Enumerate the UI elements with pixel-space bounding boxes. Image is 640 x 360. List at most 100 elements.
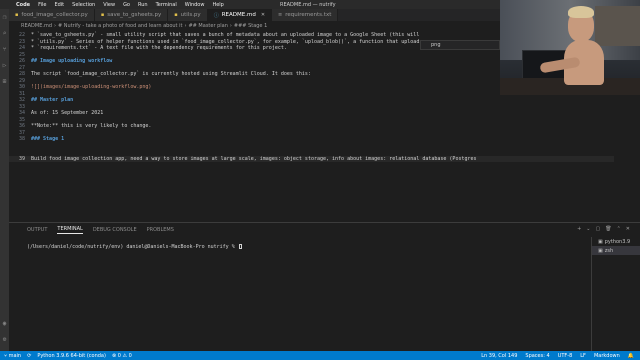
close-icon[interactable]: ✕ [626, 226, 630, 232]
code-token: ![](images/image-uploading-workflow.png) [31, 84, 152, 90]
code-token: * `save_to_gsheets.py` - small utility s… [31, 32, 420, 38]
tab-output[interactable]: OUTPUT [27, 227, 47, 233]
editor-line[interactable]: 39 Build food image collection app, need … [9, 155, 640, 163]
tab-problems[interactable]: PROBLEMS [147, 227, 174, 233]
menu-run[interactable]: Run [134, 2, 152, 8]
cursor-position[interactable]: Ln 39, Col 149 [481, 353, 517, 359]
markdown-file-icon: ⓘ [213, 12, 219, 19]
trash-icon[interactable]: 🗑 [605, 226, 611, 232]
python-file-icon: ▪ [174, 12, 178, 18]
branch-indicator[interactable]: ⑂ main [4, 353, 21, 359]
branch-name: main [8, 352, 22, 359]
search-icon[interactable]: ⌕ [0, 25, 9, 41]
menu-edit[interactable]: Edit [50, 2, 68, 8]
breadcrumb-item[interactable]: README.md [21, 23, 52, 29]
line-content: ### Stage 1 [31, 136, 64, 143]
code-token: The script `food_image_collector.py` is … [31, 71, 311, 77]
close-icon[interactable]: ✕ [261, 12, 265, 18]
tab-debug-console[interactable]: DEBUG CONSOLE [93, 227, 137, 233]
menu-terminal[interactable]: Terminal [152, 2, 181, 8]
tab-label: utils.py [180, 12, 201, 18]
tab-readme[interactable]: ⓘ README.md ✕ [207, 9, 273, 21]
tab-food-image-collector[interactable]: ▪ food_image_collector.py [9, 9, 95, 21]
code-token: * `utils.py` - Series of helper function… [31, 38, 423, 45]
terminal-item-python[interactable]: ▣ python3.9 [592, 237, 640, 246]
breadcrumb: README.md › # Nutrify - take a photo of … [9, 21, 500, 30]
menu-help[interactable]: Help [208, 2, 227, 8]
code-token: ## Image uploading workflow [31, 58, 113, 64]
code-token: **Note:** this is very likely to change. [31, 123, 152, 129]
menu-go[interactable]: Go [119, 2, 134, 8]
breadcrumb-item[interactable]: ## Master plan [188, 23, 227, 29]
code-token: As of: 15 September 2021 [31, 110, 104, 116]
find-input[interactable]: png [431, 42, 441, 48]
line-number: 38 [18, 136, 25, 142]
python-file-icon: ▪ [100, 12, 105, 18]
tab-label: food_image_collector.py [21, 12, 88, 18]
window-title: README.md — nutrify [280, 1, 336, 8]
tab-label: requirements.txt [285, 12, 332, 18]
breadcrumb-item[interactable]: # Nutrify - take a photo of food and lea… [58, 23, 182, 29]
terminal-icon: ▣ [598, 238, 603, 245]
code-token: ### Stage 1 [31, 136, 65, 142]
webcam-shelf [595, 6, 640, 46]
language-mode[interactable]: Markdown [594, 353, 620, 359]
bottom-panel: OUTPUT TERMINAL DEBUG CONSOLE PROBLEMS +… [9, 222, 640, 352]
new-terminal-icon[interactable]: + [577, 226, 581, 232]
source-control-icon[interactable]: ⑂ [0, 41, 9, 57]
terminal-list: ▣ python3.9 ▣ zsh [591, 237, 640, 352]
find-widget[interactable]: png [420, 40, 500, 50]
indentation[interactable]: Spaces: 4 [525, 353, 549, 359]
account-icon[interactable]: ◉ [0, 315, 9, 331]
tab-utils[interactable]: ▪ utils.py [168, 9, 208, 21]
extensions-icon[interactable]: ⊞ [0, 73, 9, 89]
menu-file[interactable]: File [34, 2, 50, 8]
code-token: * `requirements.txt` - A text file with … [31, 45, 287, 51]
webcam-overlay [500, 0, 640, 95]
tab-requirements[interactable]: ≡ requirements.txt [272, 9, 339, 21]
line-content: Build food image collection app, need a … [31, 156, 477, 163]
encoding[interactable]: UTF-8 [558, 353, 573, 359]
line-number: 39 [18, 155, 25, 162]
menu-app-name[interactable]: Code [12, 2, 34, 8]
python-interpreter[interactable]: Python 3.9.6 64-bit (conda) [37, 353, 106, 359]
tab-label: README.md [221, 12, 256, 18]
terminal-prompt: (/Users/daniel/code/nutrify/env) daniel@… [27, 244, 238, 250]
python-file-icon: ▪ [15, 12, 19, 18]
tab-label: save_to_gsheets.py [107, 12, 162, 18]
breadcrumb-item[interactable]: ### Stage 1 [234, 23, 267, 29]
text-file-icon: ≡ [278, 12, 283, 18]
git-branch-icon: ⑂ [4, 352, 8, 359]
code-token: ## Master plan [31, 97, 74, 103]
chevron-down-icon[interactable]: ⌄ [586, 226, 590, 232]
maximize-icon[interactable]: ⌃ [617, 226, 621, 232]
panel-actions: + ⌄ ▢ 🗑 ⌃ ✕ [577, 226, 630, 232]
menu-window[interactable]: Window [181, 2, 209, 8]
terminal-icon: ▣ [598, 247, 603, 254]
menu-selection[interactable]: Selection [68, 2, 99, 8]
status-bar: ⑂ main ⟳ Python 3.9.6 64-bit (conda) ⊗ 0… [0, 351, 640, 360]
chevron-right-icon: › [229, 22, 232, 29]
run-debug-icon[interactable]: ▷ [0, 57, 9, 73]
tab-terminal[interactable]: TERMINAL [57, 226, 83, 234]
webcam-person-hair [568, 6, 594, 18]
panel-tabs: OUTPUT TERMINAL DEBUG CONSOLE PROBLEMS [9, 223, 640, 237]
terminal-item-label: python3.9 [604, 238, 631, 245]
chevron-right-icon: › [184, 22, 187, 29]
code-token: Build food image collection app, need a … [31, 155, 477, 162]
split-terminal-icon[interactable]: ▢ [596, 226, 601, 232]
menu-view[interactable]: View [99, 2, 119, 8]
explorer-icon[interactable]: ❐ [0, 9, 9, 25]
bell-icon[interactable]: 🔔 [628, 353, 634, 359]
activity-bar: ❐ ⌕ ⑂ ▷ ⊞ ◉ ⚙ [0, 9, 9, 351]
terminal-cursor [238, 244, 242, 249]
terminal-output[interactable]: (/Users/daniel/code/nutrify/env) daniel@… [27, 244, 242, 250]
gear-icon[interactable]: ⚙ [0, 331, 9, 347]
terminal-item-label: zsh [604, 247, 614, 254]
problems-count[interactable]: ⊗ 0 ⚠ 0 [112, 353, 132, 359]
end-of-line[interactable]: LF [580, 353, 586, 359]
tab-save-to-gsheets[interactable]: ▪ save_to_gsheets.py [94, 9, 169, 21]
editor-line[interactable]: 38 ### Stage 1 [9, 136, 640, 143]
terminal-item-zsh[interactable]: ▣ zsh [592, 246, 640, 255]
sync-icon[interactable]: ⟳ [27, 353, 31, 359]
